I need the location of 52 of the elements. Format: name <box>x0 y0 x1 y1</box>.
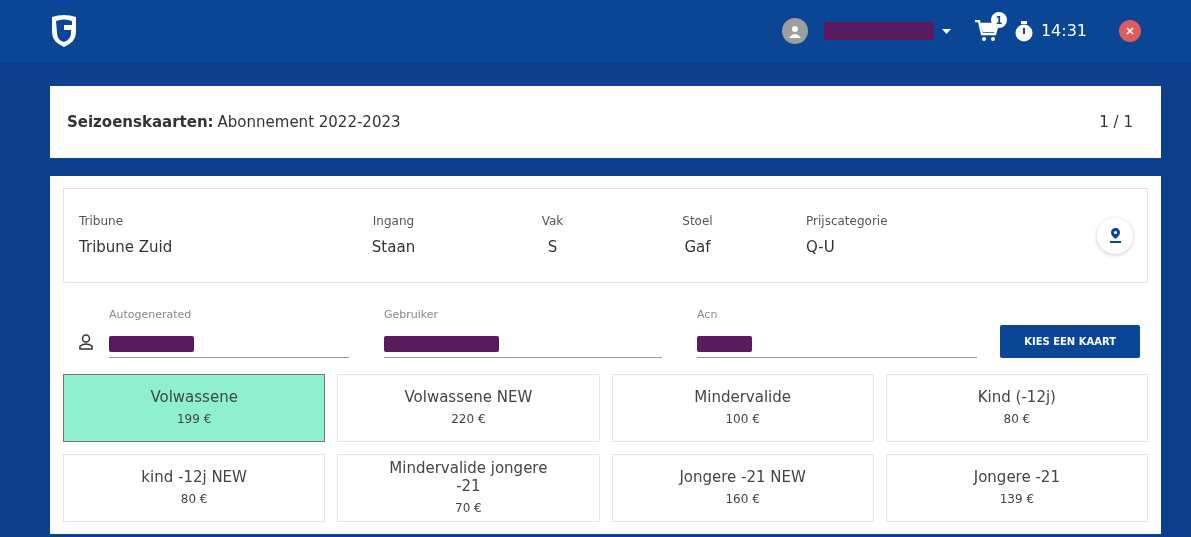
ticket-name: Mindervalide jongere -21 <box>388 459 549 496</box>
seat-value: Q-U <box>806 237 836 259</box>
close-button[interactable] <box>1119 20 1141 42</box>
ticket-price: 160 € <box>725 492 760 507</box>
ticket-name: Kind (-12j) <box>977 388 1056 407</box>
ticket-name: Mindervalide <box>694 388 791 407</box>
map-pin-icon[interactable] <box>1109 228 1121 243</box>
ticket-name: Jongere -21 NEW <box>679 468 806 487</box>
ticket-price: 139 € <box>999 492 1035 507</box>
seat-label: Tribune <box>79 213 125 231</box>
caret-icon[interactable] <box>941 28 951 34</box>
ticket-price: 70 € <box>455 501 482 516</box>
seat-value: Gaf <box>683 237 712 259</box>
field-label: Autogenerated <box>109 307 193 323</box>
page-indicator: 1 / 1 <box>1099 111 1133 133</box>
seat-label: Ingang <box>371 213 416 231</box>
ticket-name: Volwassene NEW <box>404 388 533 407</box>
club-shield-logo[interactable] <box>50 14 78 48</box>
ticket-price: 199 € <box>176 412 212 427</box>
seat-value: Staan <box>370 237 417 259</box>
ticket-option[interactable]: kind -12j NEW 80 € <box>63 453 326 522</box>
ticket-price: 220 € <box>451 412 486 427</box>
seat-value: Tribune Zuid <box>79 237 174 259</box>
choose-card-button[interactable]: KIES EEN KAART <box>1000 324 1140 358</box>
ticket-price: 80 € <box>180 492 208 507</box>
ticket-price: 80 € <box>1003 412 1031 427</box>
field-label: Gebruiker <box>384 307 440 323</box>
ticket-option[interactable]: Volwassene NEW 220 € <box>337 373 600 442</box>
title-value: Abonnement 2022-2023 <box>217 111 401 133</box>
seat-value: S <box>546 237 559 259</box>
ticket-name: Volwassene <box>150 388 238 407</box>
cart-count-badge: 1 <box>990 12 1007 28</box>
seat-label: Stoel <box>681 213 714 231</box>
ticket-option[interactable]: Jongere -21 139 € <box>885 453 1148 522</box>
seat-label: Vak <box>540 213 565 231</box>
ticket-name: kind -12j NEW <box>141 468 247 487</box>
field-label: Acn <box>697 307 719 323</box>
ticket-option[interactable]: Mindervalide 100 € <box>611 373 874 442</box>
location-button[interactable] <box>1097 217 1133 254</box>
title-label: Seizoenskaarten: <box>67 111 214 133</box>
avatar-icon[interactable] <box>781 18 808 44</box>
ticket-option[interactable]: Volwassene 199 € <box>63 373 326 442</box>
ticket-option[interactable]: Kind (-12j) 80 € <box>885 373 1148 442</box>
seat-label: Prijscategorie <box>806 213 889 231</box>
ticket-name: Jongere -21 <box>973 468 1060 487</box>
ticket-price: 100 € <box>725 412 760 427</box>
person-icon <box>79 333 93 350</box>
ticket-option[interactable]: Mindervalide jongere -21 70 € <box>337 453 600 522</box>
stopwatch-icon <box>1014 20 1033 42</box>
timer-text: 14:31 <box>1040 20 1087 42</box>
close-icon[interactable] <box>1126 27 1134 35</box>
ticket-option[interactable]: Jongere -21 NEW 160 € <box>611 453 874 522</box>
